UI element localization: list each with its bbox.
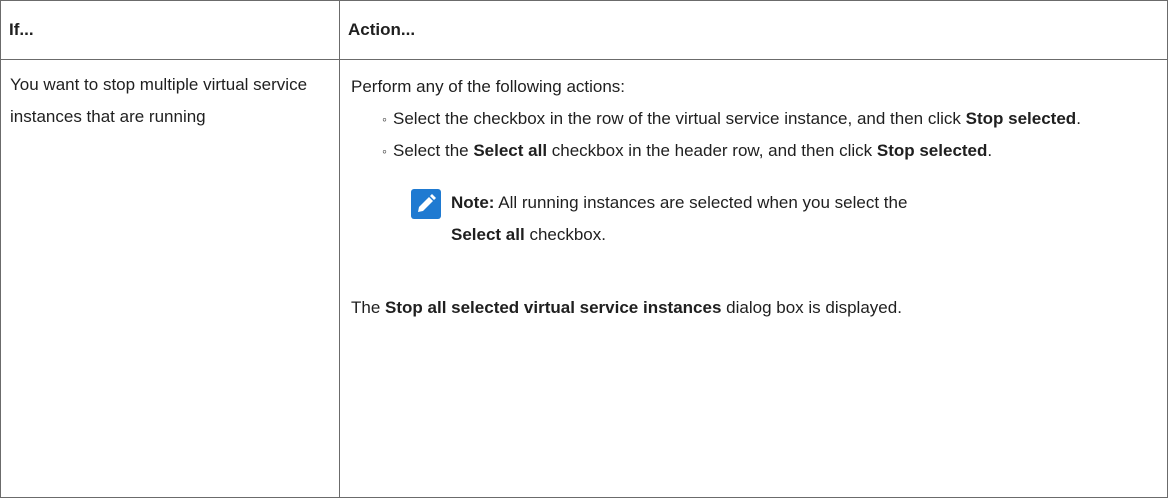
action-cell: Perform any of the following actions: ◦ … [339,59,1168,498]
action-list: ◦ Select the checkbox in the row of the … [351,103,1154,167]
table-row: You want to stop multiple vir­tual servi… [0,59,1168,498]
item-bold: Select all [473,141,548,160]
note-label: Note: [451,193,495,212]
item-text-end: . [987,141,993,160]
item-bold-2: Stop selected [876,141,988,160]
note-text-part: All running instances are selected when … [494,193,908,212]
pencil-note-icon [411,189,441,219]
if-action-table: If... Action... You want to stop multipl… [0,0,1168,498]
item-text-end: . [1076,109,1081,128]
note-text-end: checkbox. [524,225,606,244]
condition-cell: You want to stop multiple vir­tual servi… [0,59,340,498]
action-intro: Perform any of the following actions: [351,77,626,96]
header-if: If... [0,0,340,60]
condition-text: You want to stop multiple vir­tual servi… [10,75,308,126]
note-text: Note: All running instances are selected… [451,187,907,251]
header-row: If... Action... [0,0,1168,60]
bullet-icon: ◦ [382,143,387,159]
item-bold: Stop selected [965,109,1077,128]
note-bold: Select all [451,225,525,244]
header-action: Action... [339,0,1168,60]
item-text: Select the checkbox in the row of the vi… [393,109,966,128]
list-item: ◦ Select the Select all checkbox in the … [382,135,1154,167]
result-bold: Stop all selected virtual service instan… [385,298,722,317]
result-post: dialog box is displayed. [721,298,902,317]
result-pre: The [351,298,386,317]
item-text-mid: checkbox in the header row, and then cli… [547,141,877,160]
bullet-icon: ◦ [382,111,387,127]
list-item: ◦ Select the checkbox in the row of the … [382,103,1154,135]
result-text: The Stop all selected virtual service in… [351,292,1154,324]
item-text: Select the [393,141,474,160]
note-box: Note: All running instances are selected… [411,187,1154,251]
